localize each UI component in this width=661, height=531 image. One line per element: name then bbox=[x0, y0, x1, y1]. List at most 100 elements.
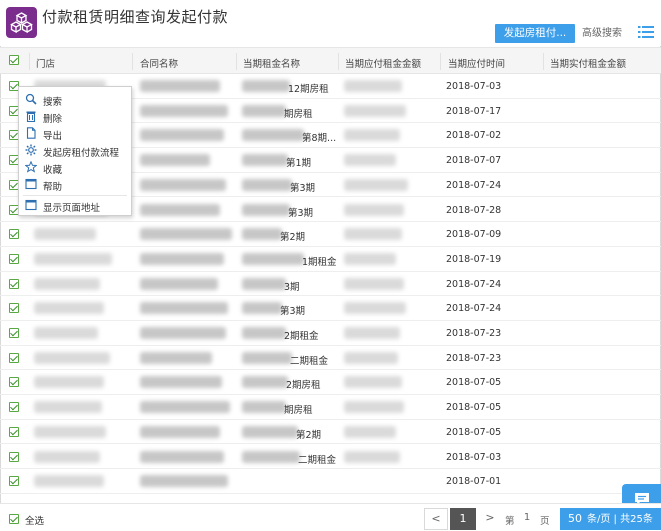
rent-period-name: 第2期 bbox=[280, 232, 306, 244]
column-header-payable-amount[interactable]: 当期应付租金金额 bbox=[345, 56, 421, 70]
redacted-contract-name bbox=[140, 475, 228, 488]
payable-date: 2018-07-24 bbox=[446, 278, 502, 290]
redacted-store-name bbox=[34, 327, 98, 339]
redacted-contract-name bbox=[140, 203, 220, 216]
redacted-store-name bbox=[34, 425, 106, 438]
redacted-period-prefix bbox=[242, 401, 286, 414]
row-checkbox[interactable] bbox=[9, 328, 19, 338]
table-row[interactable]: 二期租金 2018-07-23 bbox=[0, 346, 661, 371]
table-row[interactable]: 二期租金 2018-07-03 bbox=[0, 445, 661, 470]
trash-icon bbox=[25, 110, 37, 123]
page-size-selector[interactable]: 50 条/页 | 共25条 bbox=[560, 508, 661, 530]
prev-page-button[interactable]: < bbox=[424, 508, 448, 530]
column-header-contract-name[interactable]: 合同名称 bbox=[140, 56, 178, 70]
payable-date: 2018-07-01 bbox=[446, 476, 502, 488]
redacted-payable-amount bbox=[344, 351, 398, 364]
row-checkbox[interactable] bbox=[9, 253, 19, 264]
window-icon bbox=[25, 199, 37, 211]
rent-period-name: 第3期 bbox=[280, 306, 306, 318]
select-all-checkbox[interactable] bbox=[9, 514, 19, 524]
redacted-contract-name bbox=[140, 327, 226, 339]
redacted-payable-amount bbox=[344, 376, 402, 389]
table-row[interactable]: 2期租金 2018-07-23 bbox=[0, 321, 661, 346]
table-row[interactable]: 1期租金 2018-07-19 bbox=[0, 247, 661, 272]
page-header: 付款租赁明细查询发起付款 发起房租付... 高级搜索 bbox=[0, 0, 661, 46]
menu-item-delete[interactable]: 删除 bbox=[19, 108, 131, 125]
rent-period-name: 第8期... bbox=[302, 133, 337, 145]
redacted-contract-name bbox=[140, 252, 224, 265]
redacted-payable-amount bbox=[344, 154, 396, 167]
table-row[interactable]: 第3期 2018-07-24 bbox=[0, 296, 661, 321]
advanced-search-button[interactable]: 高级搜索 bbox=[582, 25, 622, 42]
select-all-label: 全选 bbox=[25, 516, 45, 527]
redacted-store-name bbox=[34, 475, 104, 488]
select-all-header-checkbox[interactable] bbox=[9, 55, 19, 65]
rent-period-name: 1期租金 bbox=[302, 256, 337, 268]
redacted-period-prefix bbox=[242, 80, 290, 92]
gear-icon bbox=[25, 144, 37, 156]
redacted-contract-name bbox=[140, 80, 220, 92]
row-checkbox[interactable] bbox=[9, 451, 19, 462]
payable-date: 2018-07-23 bbox=[446, 352, 502, 364]
rent-period-name: 第3期 bbox=[290, 182, 316, 194]
column-header-store[interactable]: 门店 bbox=[36, 56, 55, 70]
redacted-store-name bbox=[34, 302, 104, 315]
rent-period-name: 3期 bbox=[284, 281, 300, 293]
current-page-button[interactable]: 1 bbox=[450, 508, 476, 530]
page-number-input[interactable]: 1 bbox=[520, 512, 534, 526]
menu-item-favorite[interactable]: 收藏 bbox=[19, 159, 131, 176]
rent-period-name: 2期房租 bbox=[286, 380, 321, 392]
initiate-rent-payment-button[interactable]: 发起房租付... bbox=[495, 24, 575, 43]
row-checkbox[interactable] bbox=[9, 278, 19, 289]
redacted-period-prefix bbox=[242, 425, 298, 438]
redacted-period-prefix bbox=[242, 228, 282, 241]
row-checkbox[interactable] bbox=[9, 303, 19, 314]
menu-divider bbox=[23, 195, 127, 196]
column-divider bbox=[236, 53, 237, 70]
row-checkbox[interactable] bbox=[9, 426, 19, 437]
table-row[interactable]: 2期房租 2018-07-05 bbox=[0, 370, 661, 396]
row-checkbox[interactable] bbox=[9, 229, 19, 240]
row-checkbox[interactable] bbox=[9, 402, 19, 413]
table-row[interactable]: 2018-07-01 bbox=[0, 469, 661, 494]
list-menu-icon[interactable] bbox=[638, 25, 654, 39]
column-header-paid-amount[interactable]: 当期实付租金金额 bbox=[550, 56, 626, 70]
redacted-store-name bbox=[34, 376, 104, 389]
table-row[interactable]: 3期 2018-07-24 bbox=[0, 272, 661, 297]
redacted-period-prefix bbox=[242, 302, 282, 315]
redacted-period-prefix bbox=[242, 450, 300, 463]
redacted-payable-amount bbox=[344, 104, 406, 117]
payable-date: 2018-07-28 bbox=[446, 204, 502, 216]
row-checkbox[interactable] bbox=[9, 377, 19, 388]
payable-date: 2018-07-24 bbox=[446, 303, 502, 315]
table-row[interactable]: 第2期 2018-07-09 bbox=[0, 222, 661, 247]
menu-item-help[interactable]: 帮助 bbox=[19, 176, 131, 193]
redacted-payable-amount bbox=[344, 129, 400, 142]
menu-item-search[interactable]: 搜索 bbox=[19, 91, 131, 108]
payable-date: 2018-07-19 bbox=[446, 253, 502, 265]
row-checkbox[interactable] bbox=[9, 352, 19, 363]
menu-item-export[interactable]: 导出 bbox=[19, 125, 131, 142]
table-row[interactable]: 第2期 2018-07-05 bbox=[0, 420, 661, 445]
column-header-rent-period-name[interactable]: 当期租金名称 bbox=[243, 56, 300, 70]
document-icon bbox=[25, 127, 37, 139]
redacted-contract-name bbox=[140, 351, 212, 364]
app-cubes-icon bbox=[6, 7, 37, 38]
redacted-contract-name bbox=[140, 129, 224, 142]
next-page-button[interactable]: > bbox=[478, 508, 502, 530]
menu-item-show-page-address[interactable]: 显示页面地址 bbox=[19, 197, 131, 214]
page-size-value: 50 bbox=[568, 512, 582, 525]
search-icon bbox=[25, 93, 37, 105]
column-header-payable-time[interactable]: 当期应付时间 bbox=[448, 56, 505, 70]
row-checkbox[interactable] bbox=[9, 476, 19, 487]
redacted-contract-name bbox=[140, 154, 210, 167]
menu-item-initiate-rent-payment-flow[interactable]: 发起房租付款流程 bbox=[19, 142, 131, 159]
redacted-payable-amount bbox=[344, 425, 396, 438]
redacted-store-name bbox=[34, 252, 112, 265]
context-menu: 搜索 删除 导出 发起房租付款流程 收藏 帮助 显示页面地址 bbox=[18, 86, 132, 216]
page-title: 付款租赁明细查询发起付款 bbox=[42, 8, 229, 26]
redacted-store-name bbox=[34, 450, 100, 463]
table-row[interactable]: 期房租 2018-07-05 bbox=[0, 395, 661, 420]
redacted-contract-name bbox=[140, 228, 232, 241]
table-header: 门店 合同名称 当期租金名称 当期应付租金金额 当期应付时间 当期实付租金金额 bbox=[0, 47, 661, 74]
